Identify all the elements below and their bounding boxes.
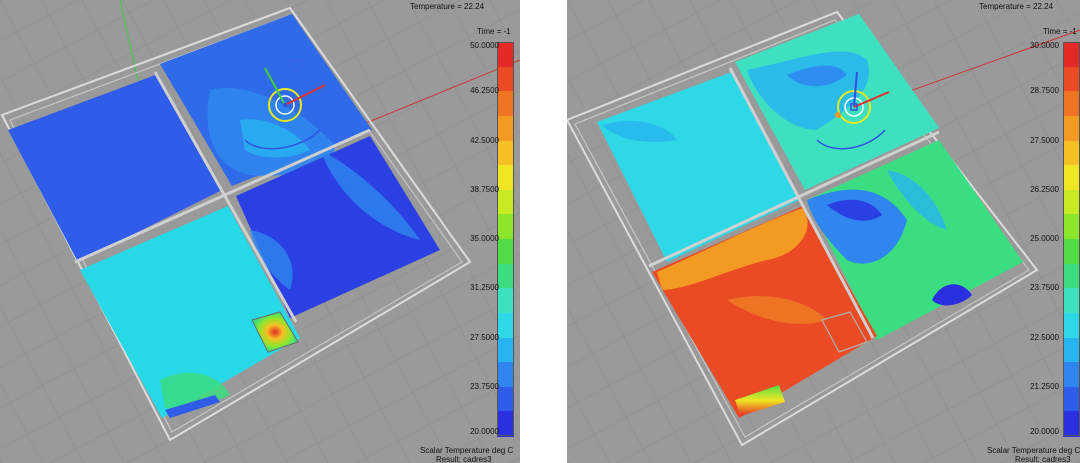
color-scale-legend: 50.0000 46.2500 42.5000 38.7500 35.0000 31.25… bbox=[454, 41, 520, 437]
legend-tick-label: 35.0000 bbox=[470, 234, 499, 243]
scalar-label: Scalar Temperature deg C bbox=[987, 446, 1080, 455]
result-label: Result: cadres3 bbox=[1015, 455, 1071, 463]
legend-tick-label: 23.7500 bbox=[470, 381, 499, 391]
legend-tick-label: 50.0000 bbox=[470, 41, 499, 50]
legend-tick-label: 21.2500 bbox=[1030, 381, 1059, 391]
result-label: Result: cadres3 bbox=[436, 455, 492, 463]
legend-frame bbox=[1063, 42, 1080, 436]
legend-tick-label: 26.2500 bbox=[1030, 184, 1059, 194]
legend-tick-label: 20.0000 bbox=[470, 427, 499, 436]
legend-tick-label: 30.0000 bbox=[1030, 41, 1059, 50]
temperature-readout: Temperature = 22.24 bbox=[979, 2, 1054, 11]
legend-tick-label: 22.5000 bbox=[1030, 332, 1059, 342]
scalar-label: Scalar Temperature deg C bbox=[420, 446, 514, 455]
legend-tick-label: 27.5000 bbox=[470, 332, 499, 342]
legend-tick-label: 42.5000 bbox=[470, 135, 499, 145]
time-readout: Time = -1 bbox=[477, 27, 511, 36]
legend-tick-label: 28.7500 bbox=[1030, 86, 1059, 96]
legend-frame bbox=[497, 42, 514, 436]
temperature-readout: Temperature = 22.24 bbox=[410, 2, 485, 11]
viewport-right[interactable]: Temperature = 22.24 Time = -1 30.0000 28.… bbox=[567, 0, 1080, 463]
legend-tick-label: 38.7500 bbox=[470, 184, 499, 194]
legend-tick-label: 46.2500 bbox=[470, 86, 499, 96]
viewport-right-canvas[interactable] bbox=[567, 0, 1080, 463]
legend-tick-label: 23.7500 bbox=[1030, 283, 1059, 293]
legend-tick-label: 27.5000 bbox=[1030, 135, 1059, 145]
legend-tick-label: 31.2500 bbox=[470, 283, 499, 293]
legend-tick-label: 20.0000 bbox=[1030, 427, 1059, 436]
color-scale-legend: 30.0000 28.7500 27.5000 26.2500 25.0000 23.75… bbox=[1020, 41, 1080, 437]
viewport-left[interactable]: Temperature = 22.24 Time = -1 50.0000 46.… bbox=[0, 0, 520, 463]
time-readout: Time = -1 bbox=[1043, 27, 1077, 36]
legend-tick-label: 25.0000 bbox=[1030, 234, 1059, 243]
viewport-left-canvas[interactable] bbox=[0, 0, 520, 463]
